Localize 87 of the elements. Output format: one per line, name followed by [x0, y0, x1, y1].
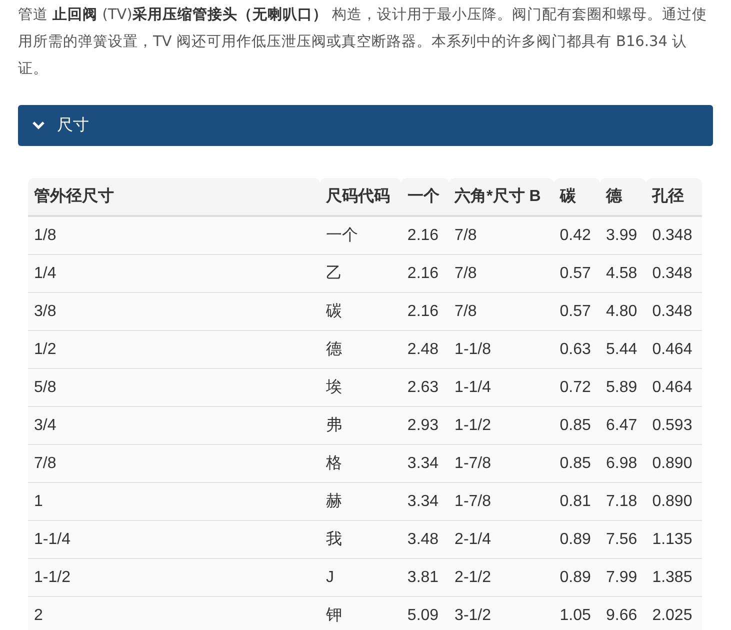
table-cell: 5.89	[600, 369, 646, 407]
table-cell: 0.57	[554, 255, 600, 293]
table-cell: 3/4	[28, 407, 320, 445]
table-cell: 1-1/4	[28, 521, 320, 559]
table-cell: 0.89	[554, 521, 600, 559]
table-cell: 6.47	[600, 407, 646, 445]
table-cell: 7/8	[448, 255, 554, 293]
table-cell: 6.98	[600, 445, 646, 483]
table-cell: 1-1/2	[28, 559, 320, 597]
table-cell: 0.593	[646, 407, 702, 445]
table-cell: 0.85	[554, 445, 600, 483]
table-cell: 0.890	[646, 445, 702, 483]
table-cell: 赫	[320, 483, 402, 521]
table-cell: 1.05	[554, 597, 600, 630]
table-cell: 2.48	[401, 331, 449, 369]
table-cell: 德	[320, 331, 402, 369]
table-cell: 0.89	[554, 559, 600, 597]
table-cell: 3/8	[28, 293, 320, 331]
table-cell: 2.63	[401, 369, 449, 407]
table-cell: 1.135	[646, 521, 702, 559]
table-cell: 2-1/2	[448, 559, 554, 597]
column-header: 碳	[554, 178, 600, 217]
section-header[interactable]: 尺寸	[18, 105, 713, 146]
table-cell: 1-1/2	[448, 407, 554, 445]
column-header: 一个	[401, 178, 449, 217]
table-cell: 1-1/8	[448, 331, 554, 369]
table-cell: 0.42	[554, 217, 600, 255]
table-cell: 弗	[320, 407, 402, 445]
table-cell: 2.16	[401, 217, 449, 255]
table-cell: 3.48	[401, 521, 449, 559]
table-cell: 7.56	[600, 521, 646, 559]
table-cell: 1/2	[28, 331, 320, 369]
table-cell: 2.16	[401, 293, 449, 331]
table-cell: 0.890	[646, 483, 702, 521]
table-cell: 0.348	[646, 255, 702, 293]
column-header: 德	[600, 178, 646, 217]
table-cell: 4.58	[600, 255, 646, 293]
table-cell: 5.44	[600, 331, 646, 369]
table-cell: 1-7/8	[448, 483, 554, 521]
column-header: 孔径	[646, 178, 702, 217]
table-cell: 0.57	[554, 293, 600, 331]
table-cell: 1.385	[646, 559, 702, 597]
table-cell: 2	[28, 597, 320, 630]
table-cell: 0.464	[646, 369, 702, 407]
table-cell: 3.81	[401, 559, 449, 597]
table-cell: 7.18	[600, 483, 646, 521]
table-cell: 3-1/2	[448, 597, 554, 630]
table-cell: 1-7/8	[448, 445, 554, 483]
table-cell: 7/8	[28, 445, 320, 483]
column-header: 六角*尺寸 B	[448, 178, 554, 217]
table-cell: 一个	[320, 217, 402, 255]
table-cell: 5.09	[401, 597, 449, 630]
table-cell: J	[320, 559, 402, 597]
table-cell: 碳	[320, 293, 402, 331]
table-cell: 1/4	[28, 255, 320, 293]
table-cell: 格	[320, 445, 402, 483]
table-cell: 2-1/4	[448, 521, 554, 559]
table-cell: 4.80	[600, 293, 646, 331]
table-cell: 0.464	[646, 331, 702, 369]
table-cell: 0.63	[554, 331, 600, 369]
table-cell: 0.85	[554, 407, 600, 445]
table-cell: 埃	[320, 369, 402, 407]
table-cell: 0.81	[554, 483, 600, 521]
table-cell: 3.34	[401, 445, 449, 483]
table-cell: 7/8	[448, 217, 554, 255]
table-cell: 3.34	[401, 483, 449, 521]
table-cell: 2.025	[646, 597, 702, 630]
table-cell: 7/8	[448, 293, 554, 331]
table-cell: 我	[320, 521, 402, 559]
table-cell: 3.99	[600, 217, 646, 255]
table-cell: 0.72	[554, 369, 600, 407]
table-cell: 钾	[320, 597, 402, 630]
table-cell: 2.93	[401, 407, 449, 445]
table-cell: 1	[28, 483, 320, 521]
table-cell: 0.348	[646, 293, 702, 331]
intro-paragraph: 管道 止回阀 (TV)采用压缩管接头（无喇叭口） 构造，设计用于最小压降。阀门配有套圈和螺母。通过使用所需的弹簧设置，TV 阀还可用作低压泄压阀或真空断路器。本系列中的许多阀门都具有 B16.34 认证。	[18, 6, 708, 79]
column-header: 管外径尺寸	[28, 178, 320, 217]
column-header: 尺码代码	[320, 178, 402, 217]
chevron-icon	[32, 121, 45, 130]
table-cell: 9.66	[600, 597, 646, 630]
table-cell: 7.99	[600, 559, 646, 597]
table-cell: 1/8	[28, 217, 320, 255]
table-cell: 0.348	[646, 217, 702, 255]
table-cell: 乙	[320, 255, 402, 293]
table-cell: 2.16	[401, 255, 449, 293]
table-cell: 5/8	[28, 369, 320, 407]
table-cell: 1-1/4	[448, 369, 554, 407]
